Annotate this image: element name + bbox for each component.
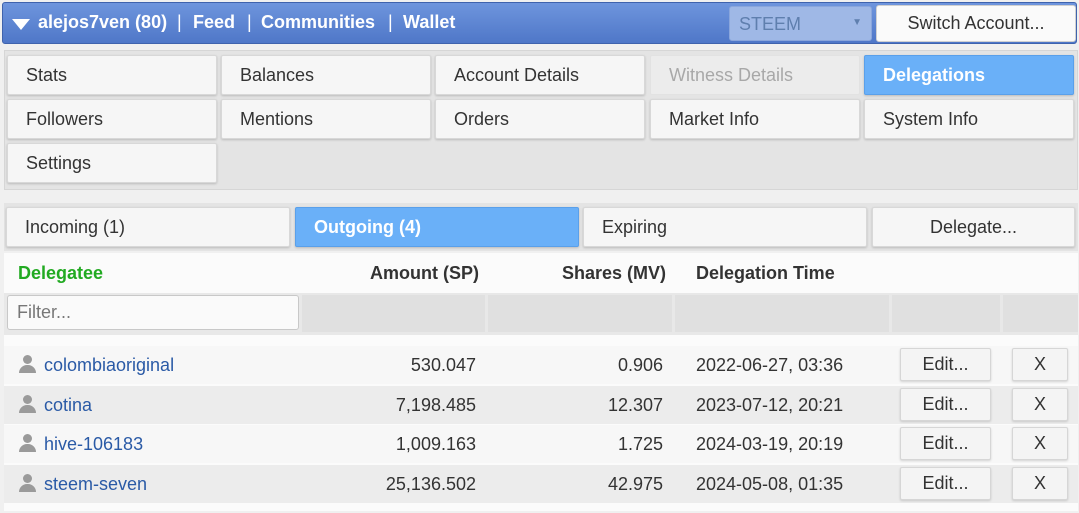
tab-settings[interactable]: Settings xyxy=(7,143,217,183)
chain-select-value: STEEM xyxy=(739,14,802,34)
edit-button[interactable]: Edit... xyxy=(900,467,991,500)
nav-feed-link[interactable]: Feed xyxy=(193,12,235,33)
tab-orders[interactable]: Orders xyxy=(435,99,645,139)
edit-button[interactable]: Edit... xyxy=(900,388,991,421)
amount-value: 7,198.485 xyxy=(395,395,476,415)
subtab-outgoing[interactable]: Outgoing (4) xyxy=(295,207,579,247)
tab-account-details[interactable]: Account Details xyxy=(435,55,645,95)
tab-system-info[interactable]: System Info xyxy=(864,99,1074,139)
user-icon xyxy=(17,433,37,453)
table-row: cotina 7,198.485 12.307 2023-07-12, 20:2… xyxy=(4,386,1078,424)
nav-communities-link[interactable]: Communities xyxy=(261,12,375,33)
delegatee-link[interactable]: cotina xyxy=(44,395,92,416)
edit-button[interactable]: Edit... xyxy=(900,427,991,460)
amount-value: 1,009.163 xyxy=(395,434,476,454)
user-icon xyxy=(17,354,37,374)
shares-value: 12.307 xyxy=(607,395,663,415)
subtab-expiring[interactable]: Expiring xyxy=(583,207,867,247)
tab-mentions[interactable]: Mentions xyxy=(221,99,431,139)
amount-value: 25,136.502 xyxy=(385,474,476,494)
nav-separator: | xyxy=(388,12,393,32)
delegatee-link[interactable]: steem-seven xyxy=(44,474,147,495)
filter-cell xyxy=(892,295,1000,332)
delegation-time-value: 2024-03-19, 20:19 xyxy=(696,434,844,454)
delegatee-link[interactable]: hive-106183 xyxy=(44,434,143,455)
shares-value: 42.975 xyxy=(607,474,663,494)
delegations-table: Delegatee Amount (SP) Shares (MV) Delega… xyxy=(4,253,1078,511)
subtab-incoming[interactable]: Incoming (1) xyxy=(6,207,290,247)
filter-cell xyxy=(1003,295,1078,332)
remove-button[interactable]: X xyxy=(1012,467,1068,500)
edit-button[interactable]: Edit... xyxy=(900,348,991,381)
shares-value: 1.725 xyxy=(617,434,663,454)
delegation-time-value: 2024-05-08, 01:35 xyxy=(696,474,844,494)
filter-cell xyxy=(488,295,672,332)
filter-input[interactable] xyxy=(7,295,299,330)
account-name-link[interactable]: alejos7ven (80) xyxy=(38,12,167,33)
chain-select[interactable]: STEEM ▼ xyxy=(729,6,872,41)
table-row: hive-106183 1,009.163 1.725 2024-03-19, … xyxy=(4,425,1078,463)
tab-delegations[interactable]: Delegations xyxy=(864,55,1074,95)
tab-market-info[interactable]: Market Info xyxy=(650,99,860,139)
menu-dropdown-icon[interactable] xyxy=(12,19,30,30)
header-delegatee[interactable]: Delegatee xyxy=(18,263,103,284)
remove-button[interactable]: X xyxy=(1012,388,1068,421)
delegation-time-value: 2023-07-12, 20:21 xyxy=(696,395,844,415)
nav-separator: | xyxy=(177,12,182,32)
section-tabs: Stats Balances Account Details Witness D… xyxy=(4,50,1078,190)
delegation-subtabs: Incoming (1) Outgoing (4) Expiring Deleg… xyxy=(4,203,1078,251)
filter-row xyxy=(4,293,1078,335)
delegation-time-value: 2022-06-27, 03:36 xyxy=(696,355,844,375)
top-nav-bar: alejos7ven (80) | Feed | Communities | W… xyxy=(2,2,1077,44)
shares-value: 0.906 xyxy=(617,355,663,375)
header-amount[interactable]: Amount (SP) xyxy=(370,263,479,284)
table-row: steem-seven 25,136.502 42.975 2024-05-08… xyxy=(4,465,1078,503)
header-delegation-time[interactable]: Delegation Time xyxy=(696,263,835,284)
tab-followers[interactable]: Followers xyxy=(7,99,217,139)
user-icon xyxy=(17,394,37,414)
nav-separator: | xyxy=(247,12,252,32)
tab-balances[interactable]: Balances xyxy=(221,55,431,95)
filter-cell xyxy=(302,295,485,332)
remove-button[interactable]: X xyxy=(1012,427,1068,460)
nav-wallet-link[interactable]: Wallet xyxy=(403,12,455,33)
tab-stats[interactable]: Stats xyxy=(7,55,217,95)
amount-value: 530.047 xyxy=(410,355,476,375)
table-row: colombiaoriginal 530.047 0.906 2022-06-2… xyxy=(4,346,1078,384)
remove-button[interactable]: X xyxy=(1012,348,1068,381)
user-icon xyxy=(17,473,37,493)
tab-witness-details[interactable]: Witness Details xyxy=(650,55,860,95)
chevron-down-icon: ▼ xyxy=(852,17,862,28)
delegate-button[interactable]: Delegate... xyxy=(872,207,1075,247)
delegatee-link[interactable]: colombiaoriginal xyxy=(44,355,174,376)
switch-account-button[interactable]: Switch Account... xyxy=(876,5,1076,42)
filter-cell xyxy=(675,295,889,332)
header-shares[interactable]: Shares (MV) xyxy=(562,263,666,284)
